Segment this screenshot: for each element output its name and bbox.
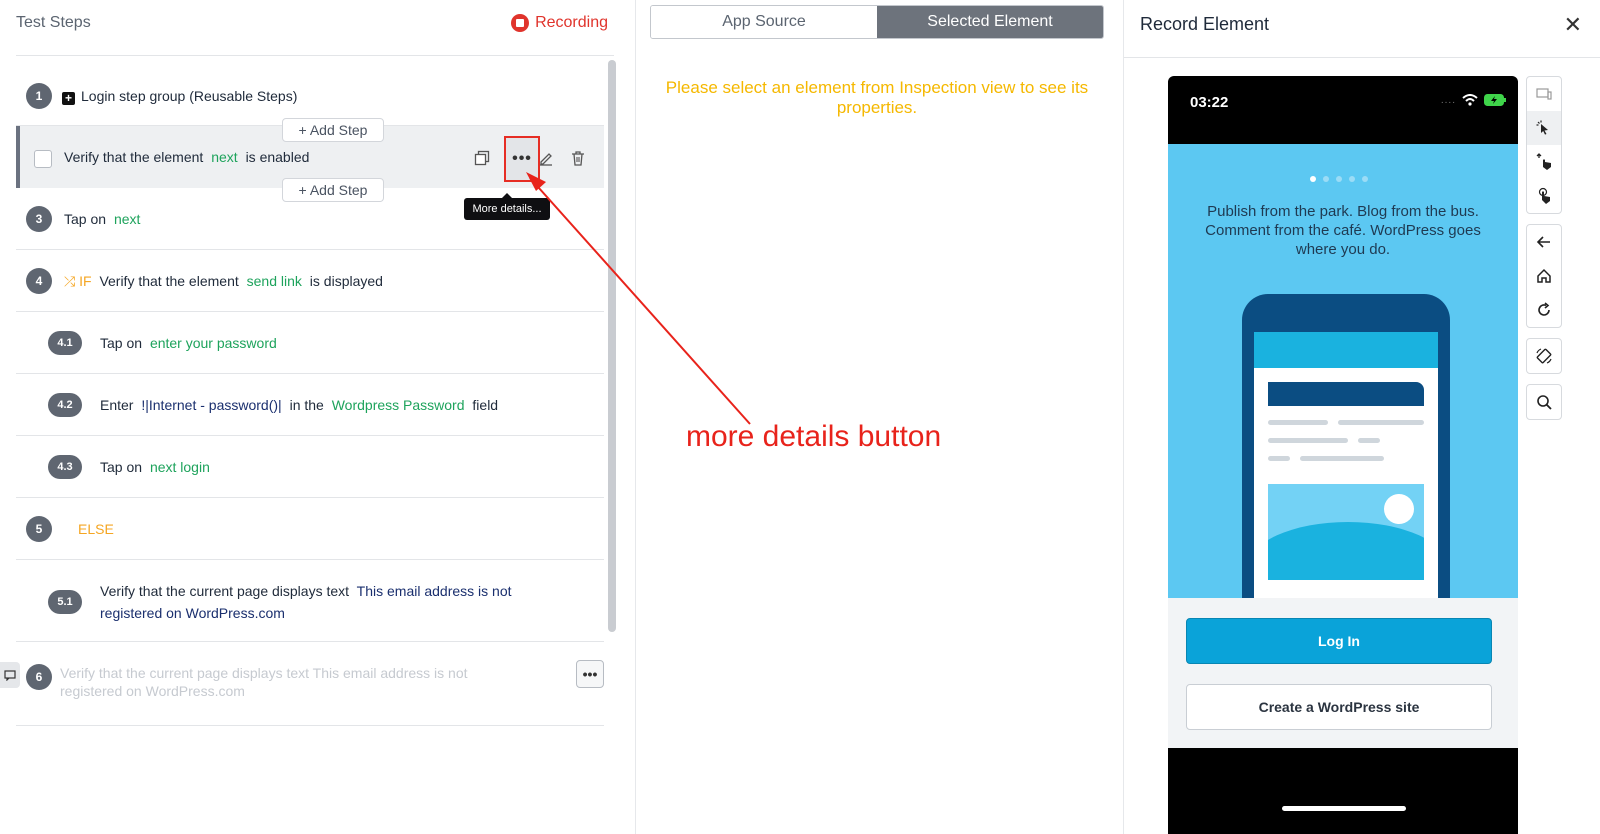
step-number-badge: 4.1 <box>48 331 82 355</box>
empty-selection-message: Please select an element from Inspection… <box>665 78 1089 117</box>
create-site-button[interactable]: Create a WordPress site <box>1186 684 1492 730</box>
home-icon[interactable] <box>1527 259 1561 293</box>
step-text-disabled: Verify that the current page displays te… <box>60 665 468 699</box>
step-number-badge: 4 <box>26 268 52 294</box>
back-icon[interactable] <box>1527 225 1561 259</box>
step-number-badge: 5 <box>26 516 52 542</box>
else-keyword: ELSE <box>78 521 114 537</box>
element-link[interactable]: next <box>211 149 237 165</box>
element-link[interactable]: next login <box>150 459 210 475</box>
step-text: ⤮ IF Verify that the element send link i… <box>64 273 383 289</box>
step-text: ELSE <box>78 521 114 537</box>
phone-illustration <box>1242 294 1450 610</box>
auth-buttons-area: Log In Create a WordPress site <box>1168 598 1518 748</box>
status-bar: 03:22 .... <box>1168 76 1518 144</box>
step-row-1[interactable]: 1 + Login step group (Reusable Steps) <box>16 66 604 126</box>
login-button[interactable]: Log In <box>1186 618 1492 664</box>
close-icon[interactable]: ✕ <box>1564 12 1582 38</box>
if-keyword: IF <box>79 273 92 289</box>
inspector-panel: App Source Selected Element Please selec… <box>636 0 1124 834</box>
step-row-4-2[interactable]: 4.2 Enter !|Internet - password()| in th… <box>16 374 604 436</box>
annotation-label: more details button <box>686 420 942 453</box>
signal-icon: .... <box>1440 94 1456 106</box>
step-actions: ••• <box>470 136 600 182</box>
recording-label: Recording <box>535 14 608 31</box>
panel-title: Record Element <box>1140 14 1270 34</box>
device-icon[interactable] <box>1527 77 1561 111</box>
step-number-badge: 1 <box>26 83 52 109</box>
home-indicator[interactable] <box>1282 806 1406 811</box>
tap-icon[interactable] <box>1527 179 1561 213</box>
onboarding-tagline: Publish from the park. Blog from the bus… <box>1205 203 1481 258</box>
step-number-badge: 3 <box>26 206 52 232</box>
test-steps-panel: Test Steps Recording 1 + Login step group… <box>0 0 636 834</box>
test-steps-header: Test Steps Recording <box>16 0 614 56</box>
onboarding-carousel[interactable]: Publish from the park. Blog from the bus… <box>1168 144 1518 614</box>
step-text: Tap on enter your password <box>100 335 277 351</box>
more-details-button[interactable]: ••• <box>504 136 540 182</box>
step-text: + Login step group (Reusable Steps) <box>62 88 297 105</box>
recording-button[interactable]: Recording <box>511 14 608 32</box>
shuffle-icon: ⤮ <box>64 273 76 289</box>
more-details-button-step-6[interactable]: ••• <box>576 660 604 688</box>
edit-icon[interactable] <box>536 148 556 168</box>
record-element-header: Record Element ✕ <box>1124 0 1600 58</box>
element-link[interactable]: Wordpress Password <box>332 397 465 413</box>
pointer-icon[interactable] <box>1527 111 1561 145</box>
battery-icon <box>1484 94 1506 106</box>
refresh-icon[interactable] <box>1527 293 1561 327</box>
record-element-panel: Record Element ✕ 03:22 .... Publish from… <box>1124 0 1600 834</box>
copy-icon[interactable] <box>472 148 492 168</box>
step-text: Tap on next <box>64 211 141 227</box>
step-number-badge: 4.3 <box>48 455 82 479</box>
rotate-icon[interactable] <box>1527 339 1561 373</box>
steps-scrollbar[interactable] <box>608 60 616 632</box>
step-row-5-1[interactable]: 5.1 Verify that the current page display… <box>16 560 604 642</box>
tab-app-source[interactable]: App Source <box>651 6 877 38</box>
element-link[interactable]: enter your password <box>150 335 277 351</box>
step-text: Tap on next login <box>100 459 210 475</box>
inspector-tabs: App Source Selected Element <box>650 5 1104 39</box>
wifi-icon <box>1462 94 1478 106</box>
step-row-4-3[interactable]: 4.3 Tap on next login <box>16 436 604 498</box>
add-step-above-button[interactable]: + Add Step <box>282 118 384 142</box>
step-text: Verify that the element next is enabled <box>64 149 310 165</box>
test-data-value[interactable]: !|Internet - password()| <box>141 397 281 413</box>
panel-title: Test Steps <box>16 14 91 31</box>
device-toolbar <box>1526 76 1562 430</box>
carousel-dots <box>1310 176 1368 182</box>
expand-group-icon[interactable]: + <box>62 91 75 105</box>
step-number-badge: 6 <box>26 664 52 690</box>
step-row-4-1[interactable]: 4.1 Tap on enter your password <box>16 312 604 374</box>
device-screen[interactable]: 03:22 .... Publish from the park. Blog f… <box>1168 76 1518 834</box>
tab-selected-element[interactable]: Selected Element <box>877 6 1103 38</box>
step-text: Verify that the current page displays te… <box>100 583 512 621</box>
element-link[interactable]: next <box>114 211 140 227</box>
status-time: 03:22 <box>1190 94 1229 111</box>
stop-icon <box>511 14 530 32</box>
step-row-3[interactable]: 3 Tap on next <box>16 188 604 250</box>
step-row-4[interactable]: 4 ⤮ IF Verify that the element send link… <box>16 250 604 312</box>
step-checkbox[interactable] <box>34 150 52 168</box>
step-number-badge: 5.1 <box>48 590 82 614</box>
delete-icon[interactable] <box>568 148 588 168</box>
step-text: Enter !|Internet - password()| in the Wo… <box>100 397 499 413</box>
search-icon[interactable] <box>1527 385 1561 419</box>
element-link[interactable]: send link <box>247 273 302 289</box>
step-row-5[interactable]: 5 ELSE <box>16 498 604 560</box>
step-number-badge: 4.2 <box>48 393 82 417</box>
swipe-icon[interactable] <box>1527 145 1561 179</box>
